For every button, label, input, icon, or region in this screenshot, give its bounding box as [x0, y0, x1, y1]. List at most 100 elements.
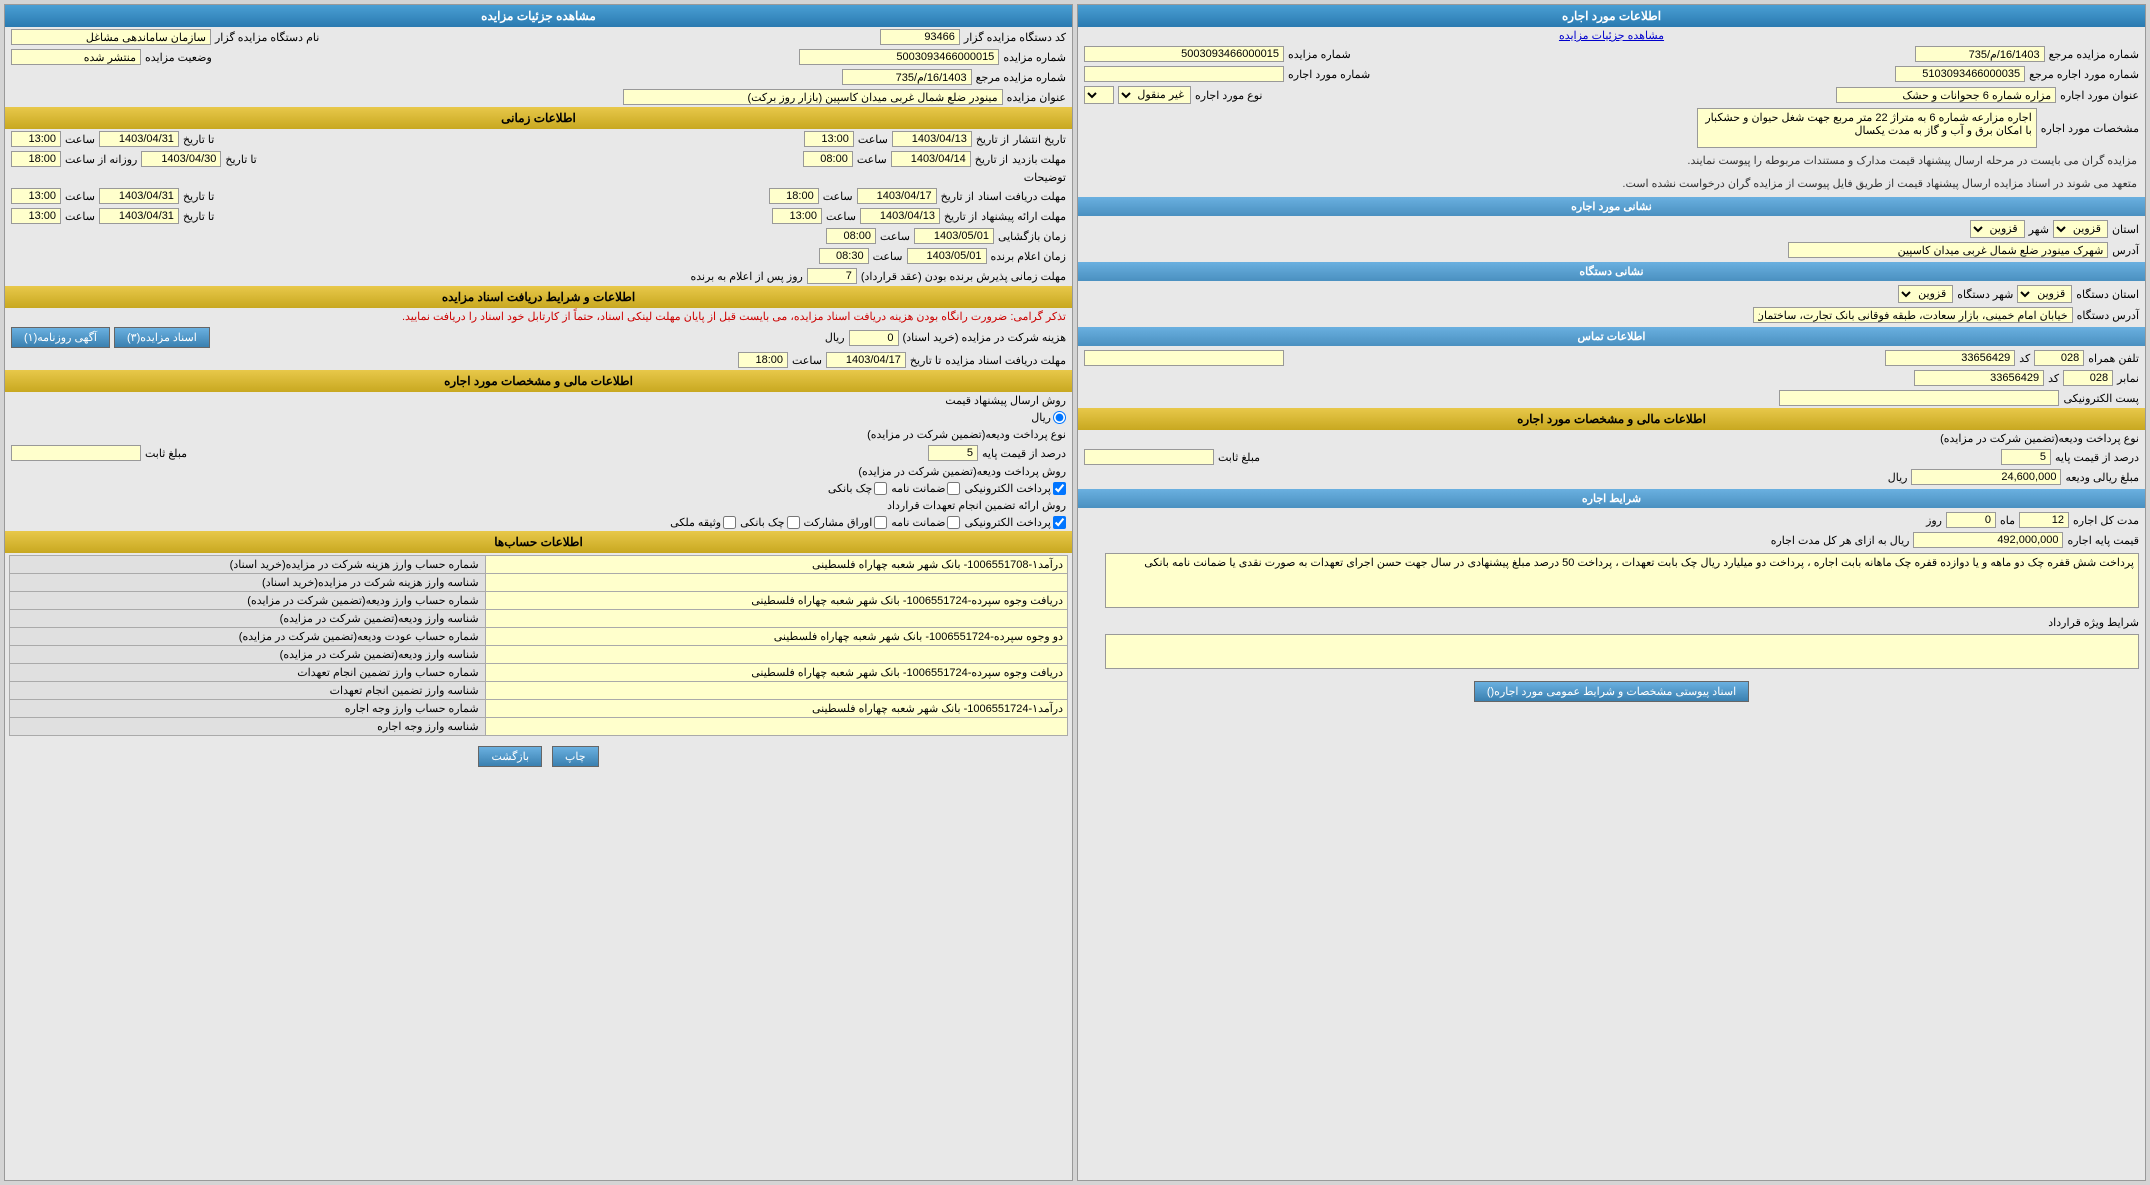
address-row: آدرس	[1078, 240, 2145, 260]
contract-bank-check-label[interactable]: چک بانکی	[740, 516, 799, 529]
account-row-7: شناسه وارز تضمین انجام تعهدات	[10, 682, 1068, 700]
currency-radio-label[interactable]: ریال	[1031, 411, 1066, 424]
phone-input[interactable]	[1885, 350, 2015, 366]
tender-num-input[interactable]	[1084, 46, 1284, 62]
submit-to-date[interactable]	[99, 208, 179, 224]
currency-radio[interactable]	[1053, 411, 1066, 424]
item-title-input[interactable]	[1836, 87, 2056, 103]
fixed2-input[interactable]	[11, 445, 141, 461]
status-input[interactable]	[11, 49, 141, 65]
review-time[interactable]	[826, 228, 876, 244]
phone-full-input[interactable]	[1084, 350, 1284, 366]
amount-row: مبلغ ریالی ودیعه ریال	[1078, 467, 2145, 487]
device-state-select[interactable]: قزوین	[2017, 285, 2072, 303]
contract-participation-label[interactable]: اوراق مشارکت	[804, 516, 888, 529]
address-input[interactable]	[1788, 242, 2108, 258]
account-label-0: شماره حساب وارز هزینه شرکت در مزایده(خری…	[10, 556, 486, 574]
doc-btn[interactable]: اسناد مزایده(۳)	[114, 327, 210, 348]
pub-to-time-input[interactable]	[11, 131, 61, 147]
tender-num-row: شماره مزایده وضعیت مزایده	[5, 47, 1072, 67]
print-button[interactable]: چاپ	[552, 746, 599, 767]
fax-code-input[interactable]	[2063, 370, 2113, 386]
device-address-input[interactable]	[1753, 307, 2073, 323]
contract-electronic-label[interactable]: پرداخت الکترونیکی	[964, 516, 1066, 529]
contract-guarantee-cb[interactable]	[947, 516, 960, 529]
r-tender-num-input[interactable]	[799, 49, 999, 65]
review-date[interactable]	[914, 228, 994, 244]
item-ref-num-input[interactable]	[1895, 66, 2025, 82]
contract-electronic-cb[interactable]	[1053, 516, 1066, 529]
account-row-0: درآمد۱-1006551708- بانک شهر شعبه چهاراه …	[10, 556, 1068, 574]
doc-deadline2-time[interactable]	[738, 352, 788, 368]
deadline-to-time-input[interactable]	[11, 151, 61, 167]
guarantee-cb[interactable]	[947, 482, 960, 495]
right-panel-title: مشاهده جزئیات مزایده	[5, 5, 1072, 27]
account-row-9: شناسه وارز وجه اجاره	[10, 718, 1068, 736]
contract-days-input[interactable]	[807, 268, 857, 284]
guarantee-label[interactable]: ضمانت نامه	[891, 482, 960, 495]
phone-code-input[interactable]	[2034, 350, 2084, 366]
back-button[interactable]: بازگشت	[478, 746, 542, 767]
account-value-4: دو وجوه سپرده-1006551724- بانک شهر شعبه …	[485, 628, 1067, 646]
contract-property-label[interactable]: وثیقه ملکی	[670, 516, 736, 529]
tender-ref-num-input[interactable]	[1915, 46, 2045, 62]
address-state-select[interactable]: قزوین	[2053, 220, 2108, 238]
docs-button[interactable]: اسناد پیوستی مشخصات و شرایط عمومی مورد ا…	[1474, 681, 1749, 702]
pub-to-date-input[interactable]	[99, 131, 179, 147]
days-input[interactable]	[1946, 512, 1996, 528]
electronic-payment-label[interactable]: پرداخت الکترونیکی	[964, 482, 1066, 495]
device-city-select[interactable]: قزوین	[1898, 285, 1953, 303]
special-conditions-label-row: شرایط ویژه قرارداد	[1078, 614, 2145, 631]
bank-check-cb[interactable]	[874, 482, 887, 495]
pub-from-date-input[interactable]	[892, 131, 972, 147]
deadline-from-date-input[interactable]	[891, 151, 971, 167]
deadline-from-time-input[interactable]	[803, 151, 853, 167]
contract-property-cb[interactable]	[723, 516, 736, 529]
tender-code-input[interactable]	[880, 29, 960, 45]
ad-btn[interactable]: آگهی روزنامه(۱)	[11, 327, 110, 348]
device-section-header: نشانی دستگاه	[1078, 262, 2145, 281]
fixed-input[interactable]	[1084, 449, 1214, 465]
percent-row: درصد از قیمت پایه مبلغ ثابت	[1078, 447, 2145, 467]
doc-deadline-to-time[interactable]	[11, 188, 61, 204]
account-value-2: دریافت وجوه سپرده-1006551724- بانک شهر ش…	[485, 592, 1067, 610]
conditions-textarea[interactable]: پرداخت شش قفره چک دو ماهه و یا دوازده قف…	[1105, 553, 2139, 608]
details-link[interactable]: مشاهده جزئیات مزایده	[1559, 30, 1664, 42]
address-city-select[interactable]: قزوین	[1970, 220, 2025, 238]
months-input[interactable]	[2019, 512, 2069, 528]
doc-deadline-to-date[interactable]	[99, 188, 179, 204]
doc-fee-input[interactable]	[849, 330, 899, 346]
title-input[interactable]	[623, 89, 1003, 105]
description-textarea[interactable]: اجاره مزارعه شماره 6 به متراژ 22 متر مرب…	[1697, 108, 2037, 148]
system-name-input[interactable]	[11, 29, 211, 45]
email-input[interactable]	[1779, 390, 2059, 406]
contract-guarantee-label[interactable]: ضمانت نامه	[891, 516, 960, 529]
submit-from-time[interactable]	[772, 208, 822, 224]
base-rent-input[interactable]	[1913, 532, 2063, 548]
contract-days-row: مهلت زمانی پذیرش برنده بودن (عقد قرارداد…	[5, 266, 1072, 286]
doc-deadline2-date[interactable]	[826, 352, 906, 368]
doc-deadline-row: مهلت دریافت اسناد از تاریخ ساعت تا تاریخ…	[5, 186, 1072, 206]
percent-input[interactable]	[2001, 449, 2051, 465]
winner-date[interactable]	[907, 248, 987, 264]
pub-from-time-input[interactable]	[804, 131, 854, 147]
contract-participation-cb[interactable]	[874, 516, 887, 529]
submit-to-time[interactable]	[11, 208, 61, 224]
fax-input[interactable]	[1914, 370, 2044, 386]
bank-check-label[interactable]: چک بانکی	[828, 482, 887, 495]
item-type-extra[interactable]	[1084, 86, 1114, 104]
doc-deadline-from-time[interactable]	[769, 188, 819, 204]
percent2-input[interactable]	[928, 445, 978, 461]
r-ref-num-input[interactable]	[842, 69, 972, 85]
electronic-payment-cb[interactable]	[1053, 482, 1066, 495]
amount-input[interactable]	[1911, 469, 2061, 485]
doc-section-header: اطلاعات و شرایط دریافت اسناد مزایده	[5, 286, 1072, 308]
contract-bank-check-cb[interactable]	[787, 516, 800, 529]
doc-deadline-from-date[interactable]	[857, 188, 937, 204]
item-num-input[interactable]	[1084, 66, 1284, 82]
winner-time[interactable]	[819, 248, 869, 264]
item-type-select[interactable]: غیر منقول	[1118, 86, 1191, 104]
deadline-to-date-input[interactable]	[141, 151, 221, 167]
submit-from-date[interactable]	[860, 208, 940, 224]
special-conditions-textarea[interactable]	[1105, 634, 2139, 669]
